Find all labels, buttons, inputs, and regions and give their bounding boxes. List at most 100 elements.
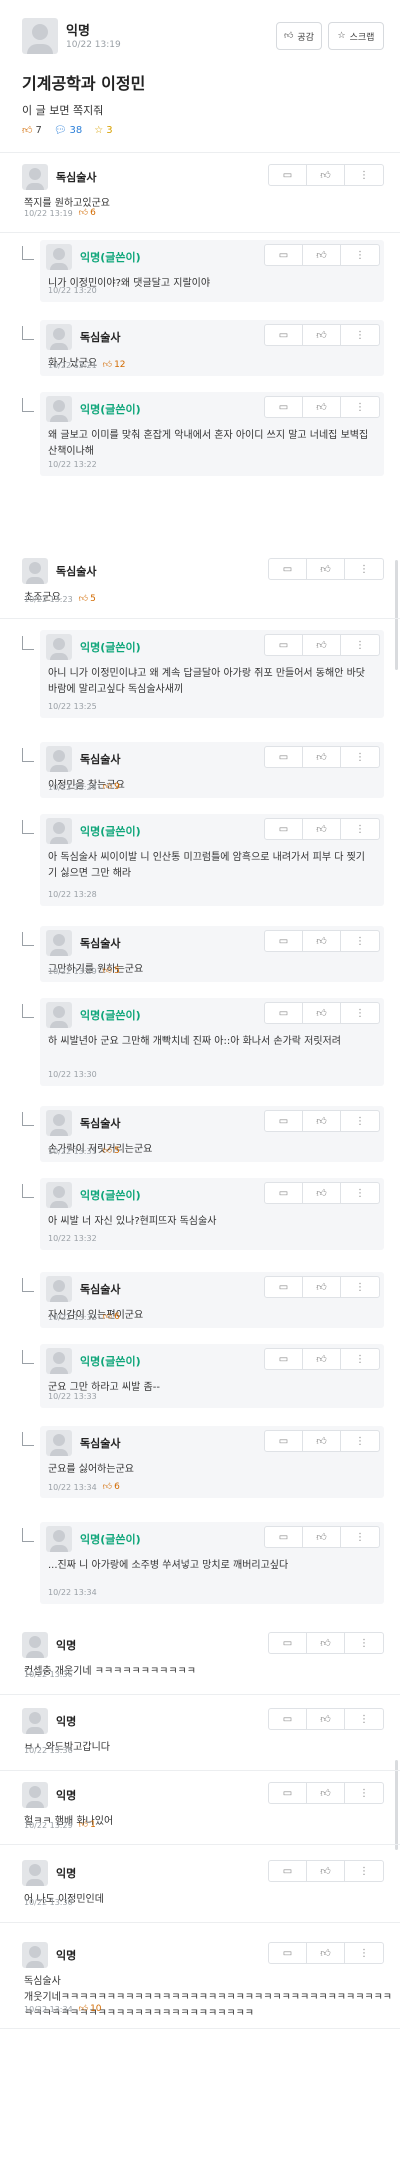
reply-button[interactable]: ▭ <box>265 1527 303 1547</box>
comment-meta: 10/22 13:29 👍︎ 5 <box>48 966 120 976</box>
more-button[interactable]: ⋮ <box>341 747 379 767</box>
comment-author: 익명(글쓴이) <box>80 641 141 654</box>
comment-time: 10/22 13:23 <box>24 594 73 604</box>
reply-arrow-icon <box>22 748 34 762</box>
comment-like-button[interactable]: 👍︎ <box>307 165 345 185</box>
thumbs-up-icon: 👍︎ <box>102 1482 113 1492</box>
more-button[interactable]: ⋮ <box>345 1861 383 1881</box>
comment-actions: ▭ 👍︎ ⋮ <box>264 1276 380 1298</box>
speech-bubble-icon: ▭ <box>282 1787 293 1799</box>
reply-arrow-icon <box>22 1528 34 1542</box>
reply-button[interactable]: ▭ <box>265 245 303 265</box>
comment-like-button[interactable]: 👍︎ <box>307 1783 345 1803</box>
more-button[interactable]: ⋮ <box>341 325 379 345</box>
reply-button[interactable]: ▭ <box>265 1349 303 1369</box>
comment-like-button[interactable]: 👍︎ <box>307 1861 345 1881</box>
reply-button[interactable]: ▭ <box>269 1861 307 1881</box>
reply-button[interactable]: ▭ <box>265 325 303 345</box>
reply-arrow-icon <box>22 398 34 412</box>
more-button[interactable]: ⋮ <box>345 165 383 185</box>
reply-comment: 익명(글쓴이) ▭ 👍︎ ⋮ 니가 이정민이야?왜 댓글달고 지랄이야 10/22 13:… <box>0 238 400 308</box>
kebab-more-icon: ⋮ <box>359 1713 369 1725</box>
comment-like-button[interactable]: 👍︎ <box>307 1633 345 1653</box>
speech-bubble-icon: ▭ <box>278 823 289 835</box>
comment-like-button[interactable]: 👍︎ <box>303 325 341 345</box>
comment-like-button[interactable]: 👍︎ <box>307 1943 345 1963</box>
reply-button[interactable]: ▭ <box>265 1183 303 1203</box>
post-author: 익명 <box>66 24 90 39</box>
speech-bubble-icon: ▭ <box>278 1435 289 1447</box>
comment-like-button[interactable]: 👍︎ <box>303 1111 341 1131</box>
reply-button[interactable]: ▭ <box>265 1277 303 1297</box>
comment-like-button[interactable]: 👍︎ <box>303 1277 341 1297</box>
scrap-button[interactable]: ☆ 스크랩 <box>328 22 384 50</box>
comment-text: ㅂㅅ 와드박고갑니다 <box>24 1742 110 1753</box>
reply-button[interactable]: ▭ <box>265 397 303 417</box>
divider <box>0 152 400 153</box>
reply-button[interactable]: ▭ <box>269 1943 307 1963</box>
kebab-more-icon: ⋮ <box>359 169 369 181</box>
more-button[interactable]: ⋮ <box>341 931 379 951</box>
reply-comment: 독심술사 ▭ 👍︎ ⋮ 화가 났군요 10/22 13:21 👍︎ 12 <box>0 318 400 382</box>
comment-meta: 10/22 13:32 👍︎ 6 <box>48 1312 120 1322</box>
more-button[interactable]: ⋮ <box>341 635 379 655</box>
reply-button[interactable]: ▭ <box>265 747 303 767</box>
reply-button[interactable]: ▭ <box>269 165 307 185</box>
reply-button[interactable]: ▭ <box>265 931 303 951</box>
comment-text: 하 씨발년아 군요 그만해 개빡치네 진짜 아::아 화나서 손가락 저릿저려 <box>48 1036 341 1047</box>
comment-like-button[interactable]: 👍︎ <box>303 397 341 417</box>
comment-like-button[interactable]: 👍︎ <box>307 1709 345 1729</box>
comment-like-button[interactable]: 👍︎ <box>307 559 345 579</box>
more-button[interactable]: ⋮ <box>345 559 383 579</box>
more-button[interactable]: ⋮ <box>345 1633 383 1653</box>
more-button[interactable]: ⋮ <box>345 1709 383 1729</box>
comment-like-button[interactable]: 👍︎ <box>303 747 341 767</box>
reply-comment: 독심술사 ▭ 👍︎ ⋮ 이정민을 찾는군요 10/22 13:26 👍︎ 9 <box>0 740 400 804</box>
more-button[interactable]: ⋮ <box>341 1111 379 1131</box>
comment-actions: ▭ 👍︎ ⋮ <box>264 1002 380 1024</box>
more-button[interactable]: ⋮ <box>341 1183 379 1203</box>
comment-like-button[interactable]: 👍︎ <box>303 1183 341 1203</box>
comment-like-button[interactable]: 👍︎ <box>303 245 341 265</box>
reply-button[interactable]: ▭ <box>269 1633 307 1653</box>
reply-button[interactable]: ▭ <box>265 1111 303 1131</box>
more-button[interactable]: ⋮ <box>341 1431 379 1451</box>
comment-like-button[interactable]: 👍︎ <box>303 1431 341 1451</box>
thumbs-up-icon: 👍︎ <box>320 1788 331 1799</box>
comment-like-button[interactable]: 👍︎ <box>303 1527 341 1547</box>
more-button[interactable]: ⋮ <box>345 1943 383 1963</box>
speech-bubble-icon: ▭ <box>282 1713 293 1725</box>
more-button[interactable]: ⋮ <box>341 245 379 265</box>
comment-like-count: 👍︎ 12 <box>103 360 126 370</box>
comment-text: 왜 글보고 이미를 맞춰 혼잡게 악내에서 혼자 아이디 쓰지 말고 너네집 보… <box>48 430 369 457</box>
comment-like-button[interactable]: 👍︎ <box>303 931 341 951</box>
comment-actions: ▭ 👍︎ ⋮ <box>264 1526 380 1548</box>
more-button[interactable]: ⋮ <box>345 1783 383 1803</box>
thumbs-up-icon: 👍︎ <box>102 782 113 792</box>
more-button[interactable]: ⋮ <box>341 1003 379 1023</box>
reply-button[interactable]: ▭ <box>269 1709 307 1729</box>
more-button[interactable]: ⋮ <box>341 1277 379 1297</box>
thumbs-up-icon: 👍︎ <box>284 31 294 41</box>
reply-button[interactable]: ▭ <box>265 635 303 655</box>
reply-button[interactable]: ▭ <box>265 819 303 839</box>
reply-button[interactable]: ▭ <box>265 1003 303 1023</box>
reply-button[interactable]: ▭ <box>265 1431 303 1451</box>
kebab-more-icon: ⋮ <box>355 1007 365 1019</box>
commenter-avatar <box>46 746 72 772</box>
more-button[interactable]: ⋮ <box>341 1349 379 1369</box>
like-button[interactable]: 👍︎ 공감 <box>276 22 322 50</box>
more-button[interactable]: ⋮ <box>341 397 379 417</box>
comment-like-button[interactable]: 👍︎ <box>303 635 341 655</box>
comment-like-button[interactable]: 👍︎ <box>303 819 341 839</box>
reply-button[interactable]: ▭ <box>269 559 307 579</box>
comment-author: 독심술사 <box>80 753 121 766</box>
comment-meta: 10/22 13:28 <box>48 890 97 899</box>
reply-button[interactable]: ▭ <box>269 1783 307 1803</box>
comment-like-button[interactable]: 👍︎ <box>303 1349 341 1369</box>
comment-like-button[interactable]: 👍︎ <box>303 1003 341 1023</box>
more-button[interactable]: ⋮ <box>341 819 379 839</box>
comment-actions: ▭ 👍︎ ⋮ <box>268 1782 384 1804</box>
post-scrap-count: 3 <box>106 124 113 136</box>
more-button[interactable]: ⋮ <box>341 1527 379 1547</box>
